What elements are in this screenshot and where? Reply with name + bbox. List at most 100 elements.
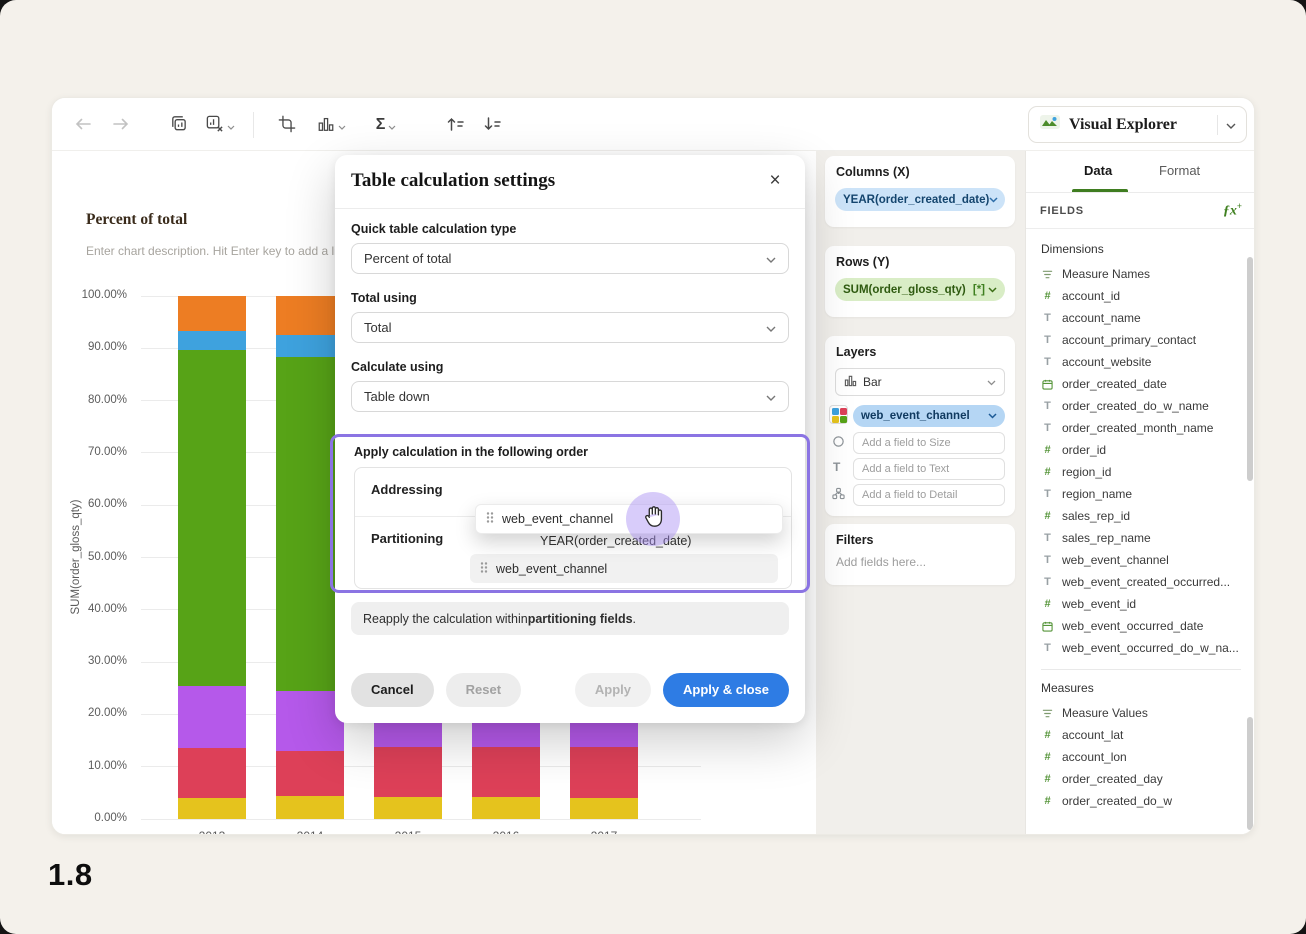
field-row-account-primary-contact[interactable]: Taccount_primary_contact bbox=[1041, 329, 1255, 351]
field-row-sales-rep-id[interactable]: #sales_rep_id bbox=[1041, 505, 1255, 527]
rows-field-chip[interactable]: SUM(order_gloss_qty) [*] bbox=[835, 278, 1005, 301]
field-row-order-id[interactable]: #order_id bbox=[1041, 439, 1255, 461]
field-row-sales-rep-name[interactable]: Tsales_rep_name bbox=[1041, 527, 1255, 549]
quick-table-calculation-type-select[interactable]: Percent of total bbox=[351, 243, 789, 274]
y-tick-label: 30.00% bbox=[88, 655, 127, 667]
field-row-order-created-do-w-name[interactable]: Torder_created_do_w_name bbox=[1041, 395, 1255, 417]
columns-field-chip[interactable]: YEAR(order_created_date) bbox=[835, 188, 1005, 211]
forward-arrow-icon bbox=[112, 117, 130, 134]
bar-segment-segment-yellow[interactable] bbox=[472, 797, 540, 819]
field-row-region-name[interactable]: Tregion_name bbox=[1041, 483, 1255, 505]
bar-chart-icon bbox=[844, 374, 857, 390]
field-row-account-website[interactable]: Taccount_website bbox=[1041, 351, 1255, 373]
dimensions-label: Dimensions bbox=[1041, 242, 1255, 256]
chevron-down-icon bbox=[388, 118, 396, 133]
field-row-account-id[interactable]: #account_id bbox=[1041, 285, 1255, 307]
bar-segment-segment-red[interactable] bbox=[178, 748, 246, 798]
field-row-order-created-month-name[interactable]: Torder_created_month_name bbox=[1041, 417, 1255, 439]
sort-ascending-button[interactable] bbox=[439, 111, 471, 139]
y-tick-label: 50.00% bbox=[88, 551, 127, 563]
color-legend-icon[interactable] bbox=[829, 405, 848, 424]
dimensions-scrollbar[interactable] bbox=[1247, 257, 1253, 481]
bar-segment-segment-purple[interactable] bbox=[276, 691, 344, 751]
bar-segment-segment-red[interactable] bbox=[472, 747, 540, 797]
filters-dropzone[interactable]: Add fields here... bbox=[836, 555, 926, 569]
field-row-web-event-occurred-date[interactable]: web_event_occurred_date bbox=[1041, 615, 1255, 637]
bar-segment-segment-red[interactable] bbox=[374, 747, 442, 797]
measure-values-icon bbox=[1041, 708, 1054, 719]
bar-segment-segment-yellow[interactable] bbox=[276, 796, 344, 819]
field-row-account-lat[interactable]: #account_lat bbox=[1041, 724, 1255, 746]
crop-button[interactable] bbox=[272, 111, 302, 139]
visual-explorer-menu[interactable]: Visual Explorer bbox=[1028, 106, 1247, 143]
chart-description-placeholder[interactable]: Enter chart description. Hit Enter key t… bbox=[86, 244, 343, 258]
field-row-web-event-id[interactable]: #web_event_id bbox=[1041, 593, 1255, 615]
bar-segment-segment-orange[interactable] bbox=[276, 296, 344, 335]
field-label: region_id bbox=[1062, 465, 1111, 479]
bar-segment-segment-orange[interactable] bbox=[178, 296, 246, 331]
aggregation-button[interactable]: Σ bbox=[364, 111, 408, 139]
number-icon: # bbox=[1041, 751, 1054, 763]
field-row-account-name[interactable]: Taccount_name bbox=[1041, 307, 1255, 329]
bar-segment-segment-blue[interactable] bbox=[178, 331, 246, 350]
field-label: sales_rep_name bbox=[1062, 531, 1151, 545]
y-tick-label: 100.00% bbox=[82, 289, 127, 301]
color-field-chip[interactable]: web_event_channel bbox=[853, 405, 1005, 427]
detail-field-dropzone[interactable]: Add a field to Detail bbox=[853, 484, 1005, 506]
size-field-placeholder: Add a field to Size bbox=[862, 437, 951, 449]
bar-segment-segment-red[interactable] bbox=[276, 751, 344, 796]
text-field-dropzone[interactable]: Add a field to Text bbox=[853, 458, 1005, 480]
measures-label: Measures bbox=[1041, 681, 1255, 695]
calculate-using-label: Calculate using bbox=[351, 360, 789, 374]
apply-and-close-button[interactable]: Apply & close bbox=[663, 673, 789, 707]
partitioning-field-web-event-channel[interactable]: web_event_channel bbox=[470, 554, 778, 583]
measures-scrollbar[interactable] bbox=[1247, 717, 1253, 830]
duplicate-chart-button[interactable] bbox=[163, 111, 193, 139]
visual-explorer-logo-icon bbox=[1039, 113, 1061, 136]
add-calculation-fx-button[interactable]: ƒx+ bbox=[1223, 201, 1242, 220]
field-row-order-created-do-w[interactable]: #order_created_do_w bbox=[1041, 790, 1255, 812]
forward-button[interactable] bbox=[106, 111, 136, 139]
chart-type-button[interactable] bbox=[309, 111, 353, 139]
reapply-note: Reapply the calculation within partition… bbox=[351, 602, 789, 635]
calculate-using-select[interactable]: Table down bbox=[351, 381, 789, 412]
back-button[interactable] bbox=[68, 111, 98, 139]
field-row-web-event-channel[interactable]: Tweb_event_channel bbox=[1041, 549, 1255, 571]
field-row-measure-names[interactable]: Measure Names bbox=[1041, 263, 1255, 285]
bar-segment-segment-blue[interactable] bbox=[276, 335, 344, 356]
bar-segment-segment-red[interactable] bbox=[570, 747, 638, 798]
tab-format[interactable]: Format bbox=[1159, 163, 1200, 178]
bar-segment-segment-yellow[interactable] bbox=[570, 798, 638, 819]
field-row-order-created-date[interactable]: order_created_date bbox=[1041, 373, 1255, 395]
reset-button[interactable]: Reset bbox=[446, 673, 521, 707]
field-row-web-event-occurred-do-w-na-[interactable]: Tweb_event_occurred_do_w_na... bbox=[1041, 637, 1255, 659]
stacked-bar-2013[interactable] bbox=[178, 296, 246, 819]
field-row-order-created-day[interactable]: #order_created_day bbox=[1041, 768, 1255, 790]
field-row-web-event-created-occurred-[interactable]: Tweb_event_created_occurred... bbox=[1041, 571, 1255, 593]
cancel-button[interactable]: Cancel bbox=[351, 673, 434, 707]
bar-segment-segment-green[interactable] bbox=[178, 350, 246, 686]
chart-title[interactable]: Percent of total bbox=[86, 211, 187, 229]
bar-segment-segment-purple[interactable] bbox=[178, 686, 246, 748]
columns-shelf-title: Columns (X) bbox=[836, 165, 910, 179]
close-icon[interactable]: × bbox=[761, 167, 789, 195]
total-using-select[interactable]: Total bbox=[351, 312, 789, 343]
bar-segment-segment-yellow[interactable] bbox=[374, 797, 442, 819]
field-row-measure-values[interactable]: Measure Values bbox=[1041, 702, 1255, 724]
layer-type-select[interactable]: Bar bbox=[835, 368, 1005, 396]
apply-button[interactable]: Apply bbox=[575, 673, 651, 707]
drag-handle-icon[interactable] bbox=[486, 511, 494, 527]
field-row-region-id[interactable]: #region_id bbox=[1041, 461, 1255, 483]
drag-cursor-halo bbox=[626, 492, 680, 546]
y-tick-label: 0.00% bbox=[94, 812, 127, 824]
size-field-dropzone[interactable]: Add a field to Size bbox=[853, 432, 1005, 454]
bar-segment-segment-yellow[interactable] bbox=[178, 798, 246, 819]
field-row-account-lon[interactable]: #account_lon bbox=[1041, 746, 1255, 768]
dimensions-list: Measure Names#account_idTaccount_nameTac… bbox=[1041, 263, 1255, 659]
drag-handle-icon[interactable] bbox=[480, 561, 488, 577]
remove-chart-button[interactable] bbox=[198, 111, 242, 139]
sort-descending-button[interactable] bbox=[476, 111, 508, 139]
field-label: Measure Names bbox=[1062, 267, 1150, 281]
chevron-down-icon bbox=[338, 118, 346, 133]
tab-data[interactable]: Data bbox=[1084, 163, 1112, 178]
